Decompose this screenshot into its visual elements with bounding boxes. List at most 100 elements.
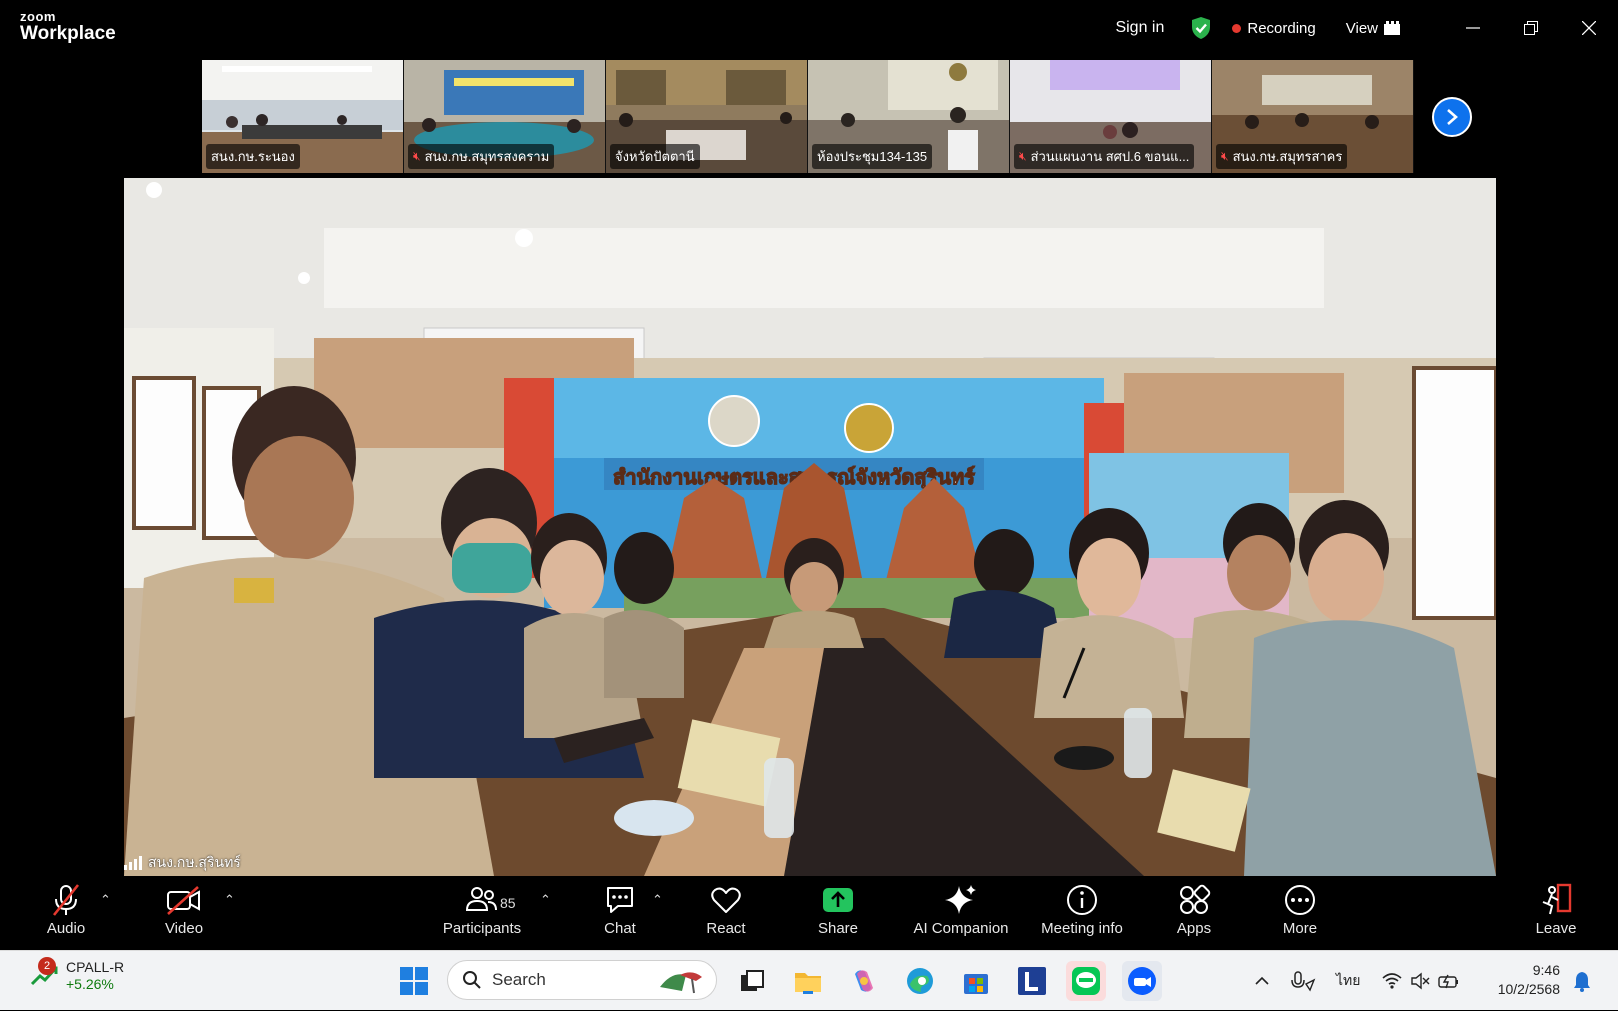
participant-label: สนง.กษ.ระนอง (211, 149, 295, 164)
audio-options-chevron-up-icon[interactable]: ⌃ (100, 892, 111, 908)
next-page-button[interactable] (1432, 97, 1472, 137)
participant-tile[interactable]: ห้องประชุม134-135 (808, 60, 1010, 173)
meeting-info-label: Meeting info (1041, 920, 1123, 937)
view-label: View (1345, 19, 1378, 37)
close-button[interactable] (1560, 0, 1618, 56)
taskbar-copilot[interactable] (844, 961, 884, 1001)
share-button[interactable]: Share (812, 882, 864, 946)
participants-options-chevron-up-icon[interactable]: ⌃ (540, 892, 551, 908)
video-button[interactable]: Video (158, 882, 210, 946)
folder-icon (795, 973, 821, 994)
signal-strength-icon (124, 856, 142, 870)
muted-mic-icon: 🔇︎ (1019, 149, 1027, 163)
heart-icon (711, 887, 741, 913)
ai-companion-label: AI Companion (913, 920, 1009, 937)
participants-icon (465, 887, 497, 911)
meeting-room-image: สำนักงานเกษตรและสหกรณ์จังหวัดสุรินทร์ (124, 178, 1496, 876)
zoom-app-icon (1128, 967, 1156, 995)
system-clock[interactable]: 9:46 10/2/2568 (1498, 961, 1560, 999)
stock-change: +5.26% (66, 975, 114, 992)
participant-name: 🔇︎ ส่วนแผนงาน สศป.6 ขอนแ... (1014, 144, 1195, 169)
muted-mic-icon: 🔇︎ (413, 149, 421, 163)
clock-time: 9:46 (1532, 962, 1560, 978)
share-screen-icon (823, 888, 853, 912)
speaker-name-text: สนง.กษ.สุรินทร์ (148, 854, 241, 870)
search-icon (463, 971, 481, 989)
battery-charging-icon[interactable] (1438, 972, 1460, 990)
chat-options-chevron-up-icon[interactable]: ⌃ (652, 892, 663, 908)
sign-in-link[interactable]: Sign in (1115, 19, 1164, 37)
search-highlight-icon (660, 972, 702, 994)
apps-button[interactable]: Apps (1168, 882, 1220, 946)
taskbar-search-box[interactable]: Search (447, 960, 717, 1000)
close-icon (1582, 21, 1596, 35)
copilot-icon (855, 970, 873, 992)
more-button[interactable]: More (1274, 882, 1326, 946)
participant-name: จังหวัดปัตตานี (610, 144, 700, 169)
muted-mic-icon: 🔇︎ (1221, 149, 1229, 163)
more-dots-icon (1285, 885, 1315, 915)
participant-name: สนง.กษ.ระนอง (206, 144, 300, 169)
notification-bell-icon[interactable] (1572, 970, 1592, 992)
start-button[interactable] (394, 961, 434, 1001)
participants-button[interactable]: Participants (436, 882, 528, 946)
participant-name: ห้องประชุม134-135 (812, 144, 933, 169)
participant-label: สนง.กษ.สมุทรสาคร (1232, 149, 1343, 164)
edge-browser-icon (907, 968, 933, 994)
audio-label: Audio (46, 920, 86, 937)
taskbar-file-explorer[interactable] (788, 961, 828, 1001)
participant-tile[interactable]: 🔇︎ ส่วนแผนงาน สศป.6 ขอนแ... (1010, 60, 1212, 173)
participant-tile[interactable]: สนง.กษ.ระนอง (202, 60, 404, 173)
speaker-muted-icon[interactable] (1410, 972, 1430, 990)
participant-name: 🔇︎ สนง.กษ.สมุทรสงคราม (408, 144, 555, 169)
minimize-icon (1466, 27, 1480, 29)
windows-logo-icon (400, 967, 428, 995)
leave-label: Leave (1535, 920, 1577, 937)
meeting-info-button[interactable]: Meeting info (1034, 882, 1130, 946)
taskbar-store[interactable] (956, 961, 996, 1001)
taskbar-line[interactable] (1066, 961, 1106, 1001)
notification-badge: 2 (38, 957, 56, 975)
leave-button[interactable]: Leave (1530, 882, 1582, 946)
participant-tile[interactable]: 🔇︎ สนง.กษ.สมุทรสงคราม (404, 60, 606, 173)
participants-count: 85 (500, 895, 516, 911)
view-button[interactable]: View (1346, 20, 1400, 37)
stock-widget[interactable]: 2 CPALL-R +5.26% (30, 957, 124, 992)
logo-workplace: Workplace (20, 23, 116, 44)
participant-label: จังหวัดปัตตานี (615, 149, 695, 164)
taskbar-edge[interactable] (900, 961, 940, 1001)
chat-button[interactable]: Chat (595, 882, 645, 946)
microphone-in-use-icon[interactable] (1290, 970, 1316, 992)
video-options-chevron-up-icon[interactable]: ⌃ (224, 892, 235, 908)
participant-tile[interactable]: 🔇︎ สนง.กษ.สมุทรสาคร (1212, 60, 1414, 173)
video-label: Video (164, 920, 204, 937)
react-button[interactable]: React (700, 882, 752, 946)
participant-tile[interactable]: จังหวัดปัตตานี (606, 60, 808, 173)
chevron-right-icon (1447, 109, 1458, 125)
minimize-button[interactable] (1444, 0, 1502, 56)
ai-companion-button[interactable]: AI Companion (908, 882, 1014, 946)
recording-indicator[interactable]: Recording (1232, 19, 1316, 37)
wifi-icon[interactable] (1382, 972, 1403, 990)
clock-date: 10/2/2568 (1497, 980, 1560, 997)
meeting-controls-toolbar: Audio ⌃ Video ⌃ Participants 85 ⌃ Chat ⌃… (0, 876, 1618, 950)
taskbar-task-view[interactable] (732, 961, 772, 1001)
title-bar: zoom Workplace Sign in Recording View (0, 0, 1618, 56)
task-view-icon (741, 970, 764, 991)
participant-name: 🔇︎ สนง.กษ.สมุทรสาคร (1216, 144, 1348, 169)
recording-label: Recording (1247, 19, 1316, 37)
restore-button[interactable] (1502, 0, 1560, 56)
ai-sparkle-icon (945, 885, 976, 914)
info-icon (1067, 885, 1097, 915)
participant-label: สนง.กษ.สมุทรสงคราม (424, 149, 550, 164)
audio-button[interactable]: Audio (40, 882, 92, 946)
security-shield-icon[interactable] (1190, 16, 1212, 40)
taskbar-zoom[interactable] (1122, 961, 1162, 1001)
participant-label: ส่วนแผนงาน สศป.6 ขอนแ... (1030, 149, 1190, 164)
show-hidden-icons-chevron-up-icon[interactable] (1254, 973, 1270, 989)
taskbar-l-app[interactable] (1012, 961, 1052, 1001)
zoom-window: zoom Workplace Sign in Recording View สน… (0, 0, 1618, 950)
participant-thumbnail-strip: สนง.กษ.ระนอง 🔇︎ สนง.กษ.สมุทรสงคราม จังหว… (202, 60, 1416, 173)
muted-microphone-icon (52, 884, 80, 916)
input-language[interactable]: ไทย (1336, 970, 1360, 992)
